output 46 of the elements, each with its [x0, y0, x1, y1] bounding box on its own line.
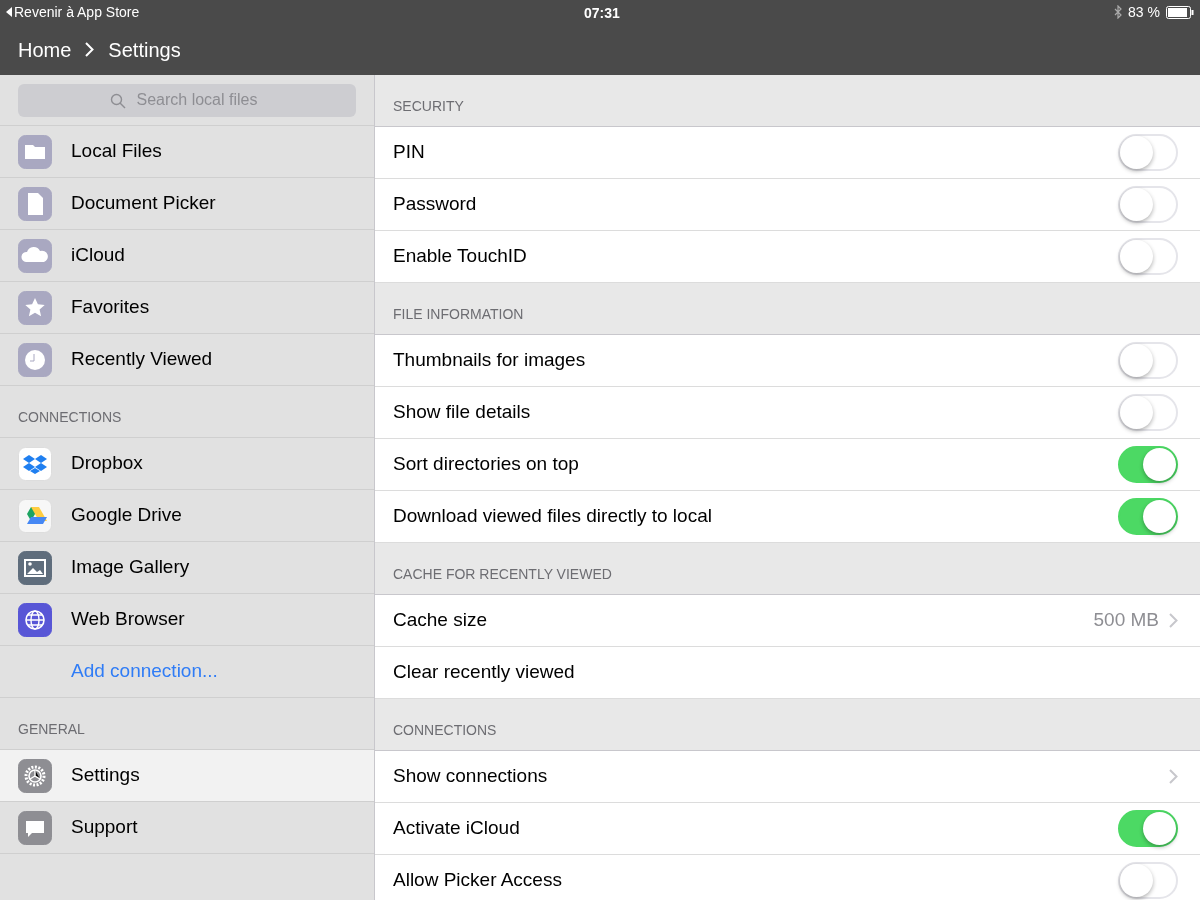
chevron-icon — [1169, 613, 1178, 628]
settings-row: Sort directories on top — [375, 439, 1200, 491]
section-header: CONNECTIONS — [393, 721, 497, 740]
breadcrumb-link[interactable]: Home — [18, 34, 72, 65]
settings-row: Thumbnails for images — [375, 335, 1200, 387]
back-to-app-link[interactable]: Revenir à App Store — [6, 1, 140, 23]
chevron-icon — [1169, 769, 1178, 784]
chevron-icon — [85, 42, 95, 57]
document-icon — [18, 186, 52, 221]
bluetooth-icon — [1114, 5, 1123, 19]
settings-row[interactable]: Clear recently viewed — [375, 647, 1200, 699]
gear-icon — [18, 758, 52, 793]
row-value: 500 MB — [1093, 608, 1159, 633]
toggle-switch[interactable] — [1118, 446, 1178, 483]
section-header: CACHE FOR RECENTLY VIEWED — [393, 565, 612, 584]
section-header: CONNECTIONS — [18, 408, 122, 427]
globe-icon — [18, 602, 52, 637]
battery-percent: 83 % — [1128, 2, 1160, 22]
clock-icon — [18, 342, 52, 377]
settings-row: PIN — [375, 127, 1200, 179]
settings-row: Activate iCloud — [375, 803, 1200, 855]
settings-row[interactable]: Show connections — [375, 751, 1200, 803]
settings-row: Show file details — [375, 387, 1200, 439]
toggle-switch[interactable] — [1118, 810, 1178, 847]
settings-row: Password — [375, 179, 1200, 231]
search-icon — [110, 92, 126, 109]
search-field[interactable]: Search local files — [18, 83, 356, 117]
sidebar-item[interactable]: Settings — [0, 750, 374, 802]
section-header: GENERAL — [18, 720, 85, 739]
settings-row[interactable]: Cache size 500 MB — [375, 595, 1200, 647]
settings-row: Allow Picker Access — [375, 855, 1200, 900]
image-icon — [18, 550, 52, 585]
back-triangle-icon — [6, 7, 12, 17]
section-header: FILE INFORMATION — [393, 305, 524, 324]
settings-row: Download viewed files directly to local — [375, 491, 1200, 543]
folder-icon — [18, 134, 52, 169]
clock-time: 07:31 — [584, 4, 620, 23]
drive-icon — [18, 498, 52, 533]
dropbox-icon — [18, 446, 52, 481]
battery-icon — [1166, 5, 1194, 19]
cloud-icon — [18, 238, 52, 273]
settings-row: Enable TouchID — [375, 231, 1200, 283]
section-header: SECURITY — [393, 97, 464, 116]
breadcrumb-link[interactable]: Settings — [108, 34, 181, 65]
chat-bubble-icon — [18, 810, 52, 845]
toggle-switch[interactable] — [1118, 498, 1178, 535]
